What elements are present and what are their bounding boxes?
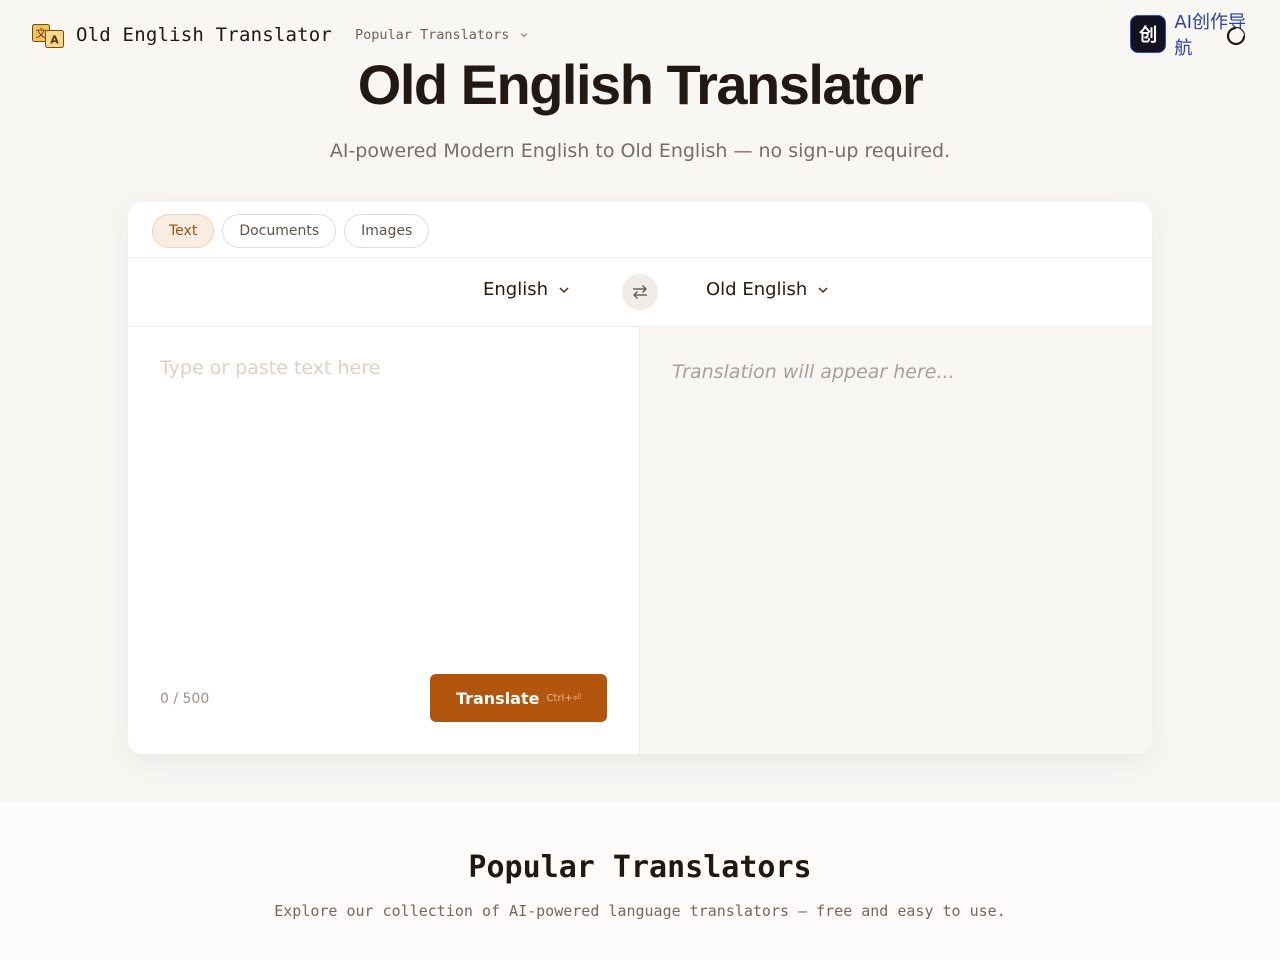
source-language-label: English bbox=[483, 279, 548, 300]
translation-output-placeholder: Translation will appear here... bbox=[672, 361, 955, 383]
swap-arrows-icon bbox=[632, 284, 648, 300]
section-title: Popular Translators bbox=[468, 850, 812, 885]
tab-images[interactable]: Images bbox=[344, 214, 430, 248]
chevron-down-icon bbox=[521, 33, 528, 38]
translate-button[interactable]: Translate Ctrl+⏎ bbox=[430, 674, 607, 722]
character-counter: 0 / 500 bbox=[160, 691, 210, 707]
translator-card: Text Documents Images English Old Englis… bbox=[128, 202, 1152, 754]
swap-languages-button[interactable] bbox=[622, 274, 658, 310]
badge-logo-icon: 创 bbox=[1130, 15, 1167, 53]
keyboard-shortcut-hint: Ctrl+⏎ bbox=[546, 692, 582, 704]
input-mode-tabs: Text Documents Images bbox=[152, 214, 430, 248]
source-language-select[interactable]: English bbox=[483, 279, 570, 300]
source-pane: 0 / 500 Translate Ctrl+⏎ bbox=[128, 327, 639, 754]
translate-icon[interactable]: 文 A bbox=[32, 24, 64, 48]
output-pane: Translation will appear here... bbox=[639, 327, 1152, 754]
tab-documents[interactable]: Documents bbox=[222, 214, 337, 248]
target-language-label: Old English bbox=[706, 279, 808, 300]
popular-translators-section: Popular Translators Explore our collecti… bbox=[0, 802, 1280, 960]
tab-text[interactable]: Text bbox=[152, 214, 215, 248]
chevron-down-icon bbox=[559, 286, 569, 293]
translate-button-label: Translate bbox=[455, 688, 540, 708]
theme-toggle-icon[interactable] bbox=[1226, 26, 1246, 46]
svg-text:文: 文 bbox=[36, 26, 47, 40]
section-subtitle: Explore our collection of AI-powered lan… bbox=[274, 902, 1006, 920]
source-text-input[interactable] bbox=[160, 357, 610, 657]
svg-text:A: A bbox=[50, 34, 59, 47]
target-language-select[interactable]: Old English bbox=[706, 279, 829, 300]
site-logo-text[interactable]: Old English Translator bbox=[76, 24, 332, 46]
nav-popular-translators-dropdown[interactable]: Popular Translators bbox=[355, 27, 529, 43]
page-subtitle: AI-powered Modern English to Old English… bbox=[329, 140, 951, 162]
chevron-down-icon bbox=[818, 286, 828, 293]
page-title: Old English Translator bbox=[357, 53, 924, 116]
language-selector-row: English Old English bbox=[128, 258, 1152, 326]
nav-popular-label: Popular Translators bbox=[355, 27, 510, 43]
